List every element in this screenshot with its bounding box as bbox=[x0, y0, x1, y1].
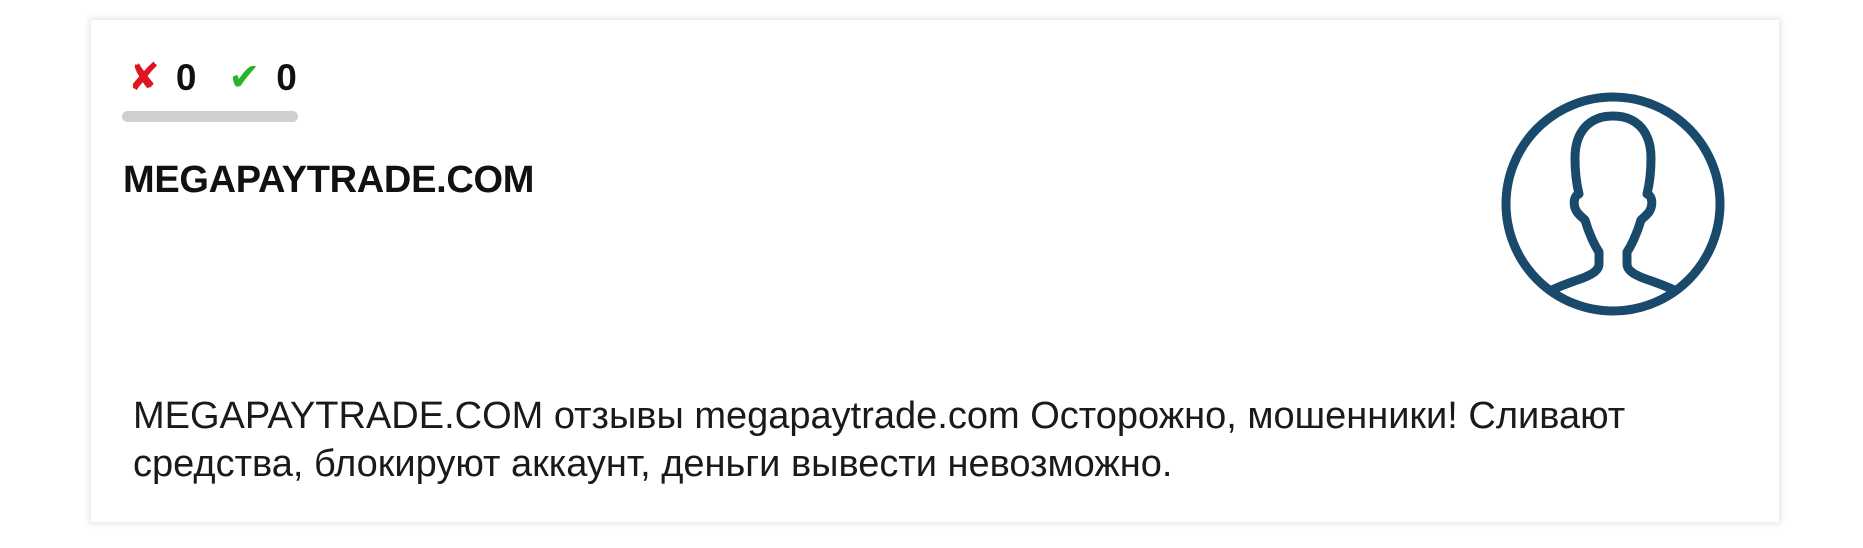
like-button[interactable]: ✔ 0 bbox=[228, 57, 296, 99]
vote-ratio-bar bbox=[122, 111, 298, 122]
user-silhouette-icon bbox=[1483, 74, 1743, 334]
review-card: ✘ 0 ✔ 0 MEGAPAYTRADE.COM MEGAPAYTRADE.CO… bbox=[91, 20, 1779, 522]
vote-counters: ✘ 0 ✔ 0 bbox=[128, 56, 297, 100]
dislike-count: 0 bbox=[175, 57, 197, 98]
like-count: 0 bbox=[276, 57, 297, 98]
checkmark-icon: ✔ bbox=[228, 57, 261, 99]
review-description: MEGAPAYTRADE.COM отзывы megapaytrade.com… bbox=[133, 395, 1626, 485]
review-title[interactable]: MEGAPAYTRADE.COM bbox=[123, 159, 534, 202]
cross-icon: ✘ bbox=[128, 57, 160, 99]
dislike-button[interactable]: ✘ 0 bbox=[128, 57, 196, 99]
